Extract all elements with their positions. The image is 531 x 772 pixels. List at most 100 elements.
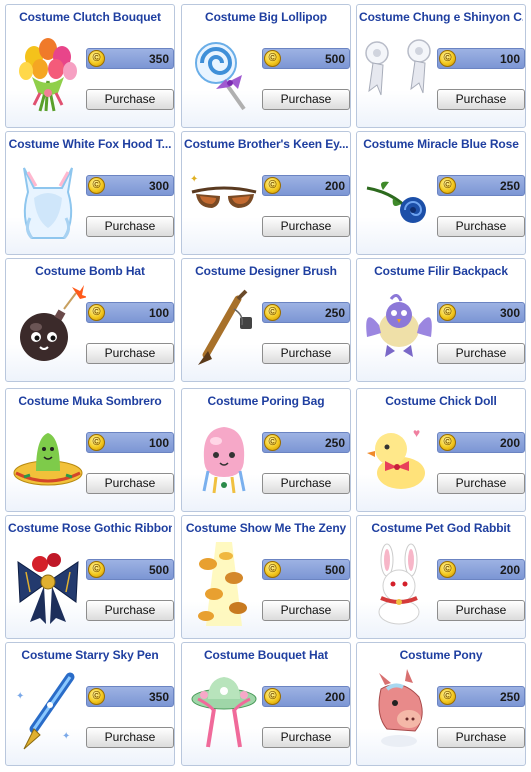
purchase-button[interactable]: Purchase (262, 473, 350, 494)
poring-bag-icon (186, 415, 262, 499)
item-name: Costume Starry Sky Pen (21, 648, 159, 662)
item-card: Costume Chung e Shinyon C... © 100 Purchas… (356, 4, 526, 128)
item-card: Costume Filir Backpack © 300 Purchase (356, 258, 526, 382)
item-card: Costume Bomb Hat © 100 Purchase (5, 258, 175, 382)
coin-icon: © (264, 561, 281, 578)
item-name: Costume White Fox Hood T... (8, 137, 172, 151)
price-bar: © 200 (262, 175, 350, 196)
item-card: Costume Muka Sombrero © 100 Purchase (5, 388, 175, 512)
item-name: Costume Miracle Blue Rose (363, 137, 519, 151)
purchase-button[interactable]: Purchase (262, 89, 350, 110)
svg-text:✦: ✦ (62, 731, 70, 742)
item-name: Costume Bomb Hat (35, 264, 145, 278)
price-amount: 250 (499, 690, 520, 704)
coin-icon: © (264, 434, 281, 451)
svg-text:✦: ✦ (16, 691, 24, 702)
item-card: Costume Brother's Keen Ey... ✦ © 200 Purcha… (181, 131, 351, 255)
item-card: Costume Starry Sky Pen ✦ ✦ © 350 Purchase (5, 642, 175, 766)
purchase-button[interactable]: Purchase (437, 727, 525, 748)
purchase-button[interactable]: Purchase (262, 727, 350, 748)
purchase-button[interactable]: Purchase (262, 216, 350, 237)
price-bar: © 100 (437, 48, 525, 69)
price-amount: 500 (148, 563, 169, 577)
item-name: Costume Chung e Shinyon C... (359, 10, 523, 24)
coin-icon: © (264, 177, 281, 194)
coin-icon: © (439, 561, 456, 578)
price-bar: © 250 (262, 302, 350, 323)
price-bar: © 500 (262, 48, 350, 69)
bouquet-hat-icon (186, 669, 262, 753)
purchase-button[interactable]: Purchase (262, 343, 350, 364)
coin-icon: © (439, 177, 456, 194)
purchase-button[interactable]: Purchase (86, 600, 174, 621)
white-hair-ornaments-icon (361, 31, 437, 115)
item-name: Costume Pet God Rabbit (371, 521, 511, 535)
item-name: Costume Designer Brush (195, 264, 337, 278)
item-card: Costume Clutch Bouquet © 350 Purchase (5, 4, 175, 128)
purchase-button[interactable]: Purchase (86, 727, 174, 748)
price-bar: © 250 (262, 432, 350, 453)
purchase-button[interactable]: Purchase (86, 89, 174, 110)
price-amount: 250 (499, 179, 520, 193)
price-bar: © 300 (86, 175, 174, 196)
price-bar: © 200 (437, 559, 525, 580)
price-bar: © 250 (437, 686, 525, 707)
price-amount: 100 (148, 436, 169, 450)
coin-icon: © (88, 50, 105, 67)
coin-icon: © (439, 304, 456, 321)
item-card: Costume White Fox Hood T... © 300 Purchase (5, 131, 175, 255)
coin-icon: © (439, 434, 456, 451)
item-card: Costume Big Lollipop © 500 Purchase (181, 4, 351, 128)
coin-icon: © (264, 688, 281, 705)
price-bar: © 100 (86, 432, 174, 453)
purchase-button[interactable]: Purchase (86, 216, 174, 237)
designer-brush-icon (186, 285, 262, 369)
svg-text:✦: ✦ (190, 174, 198, 185)
item-card: Costume Designer Brush © 250 Purchase (181, 258, 351, 382)
item-card: Costume Poring Bag © 250 Purchase (181, 388, 351, 512)
item-name: Costume Big Lollipop (205, 10, 327, 24)
filir-backpack-icon (361, 285, 437, 369)
price-amount: 200 (324, 690, 345, 704)
flower-bouquet-icon (10, 31, 86, 115)
price-amount: 200 (499, 436, 520, 450)
zeny-coins-icon (186, 542, 262, 626)
price-amount: 250 (324, 436, 345, 450)
coin-icon: © (88, 177, 105, 194)
gothic-ribbon-icon (10, 542, 86, 626)
coin-icon: © (264, 304, 281, 321)
item-name: Costume Pony (399, 648, 483, 662)
item-name: Costume Rose Gothic Ribbon (8, 521, 172, 535)
svg-text:♥: ♥ (413, 426, 420, 440)
coin-icon: © (88, 561, 105, 578)
purchase-button[interactable]: Purchase (437, 600, 525, 621)
item-name: Costume Filir Backpack (374, 264, 508, 278)
item-card: Costume Chick Doll ♥ © 200 Purchase (356, 388, 526, 512)
price-bar: © 500 (86, 559, 174, 580)
purchase-button[interactable]: Purchase (262, 600, 350, 621)
price-bar: © 500 (262, 559, 350, 580)
purchase-button[interactable]: Purchase (437, 343, 525, 364)
price-bar: © 350 (86, 48, 174, 69)
price-amount: 300 (499, 306, 520, 320)
fountain-pen-icon: ✦ ✦ (10, 669, 86, 753)
purchase-button[interactable]: Purchase (86, 473, 174, 494)
white-fox-hood-icon (10, 158, 86, 242)
price-amount: 100 (148, 306, 169, 320)
item-name: Costume Chick Doll (385, 394, 497, 408)
price-amount: 200 (499, 563, 520, 577)
coin-icon: © (88, 434, 105, 451)
price-amount: 500 (324, 52, 345, 66)
price-amount: 350 (148, 52, 169, 66)
price-bar: © 200 (262, 686, 350, 707)
item-card: Costume Rose Gothic Ribbon © 500 Purchase (5, 515, 175, 639)
purchase-button[interactable]: Purchase (86, 343, 174, 364)
price-bar: © 200 (437, 432, 525, 453)
price-bar: © 250 (437, 175, 525, 196)
blue-rose-icon (361, 158, 437, 242)
item-name: Costume Bouquet Hat (203, 648, 329, 662)
coin-icon: © (439, 50, 456, 67)
purchase-button[interactable]: Purchase (437, 89, 525, 110)
purchase-button[interactable]: Purchase (437, 473, 525, 494)
purchase-button[interactable]: Purchase (437, 216, 525, 237)
